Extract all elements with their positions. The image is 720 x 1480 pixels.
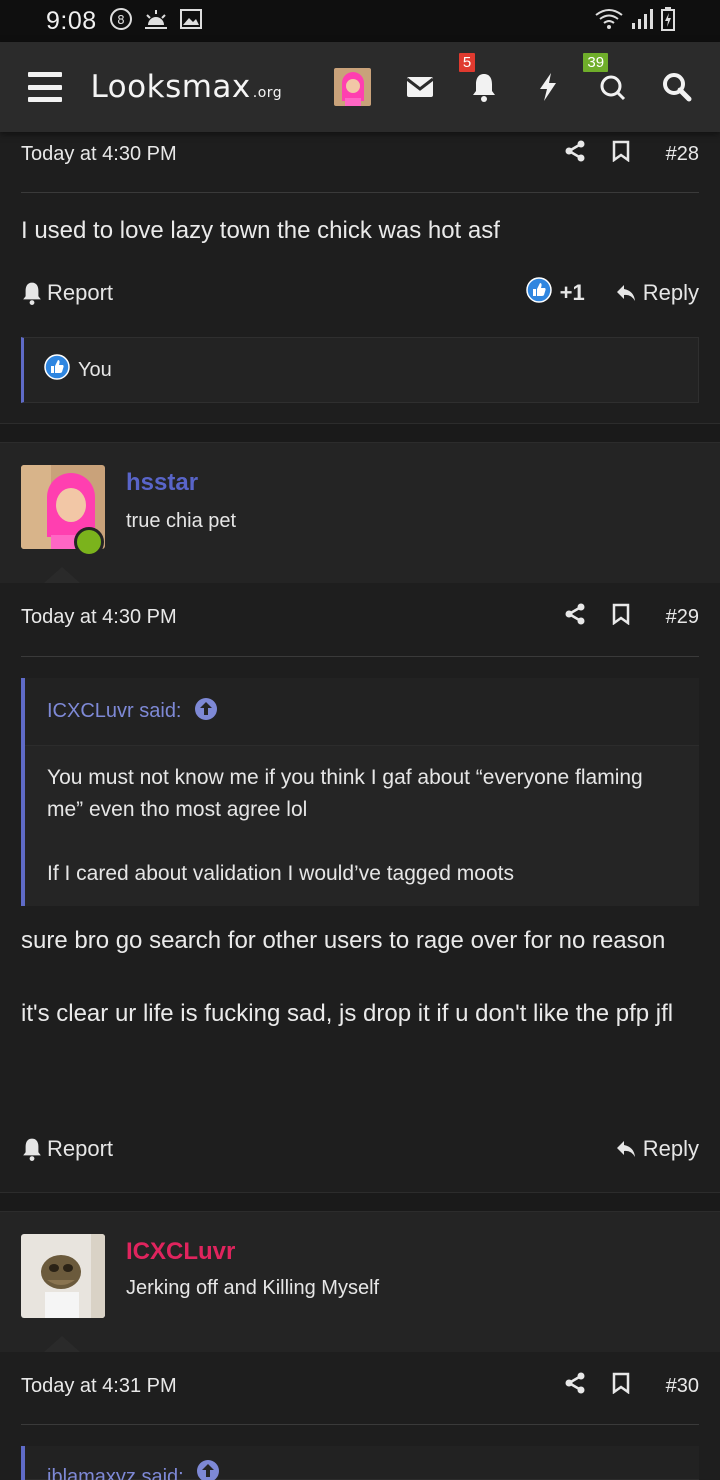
username[interactable]: hsstar (126, 469, 198, 497)
like-reaction-icon (44, 354, 70, 386)
post-meta-row: Today at 4:31 PM #30 (21, 1366, 699, 1406)
quote-block: ICXCLuvr said: You must not know me if y… (21, 678, 699, 906)
divider (21, 1424, 699, 1425)
share-icon[interactable] (564, 1372, 586, 1400)
post-number[interactable]: #30 (666, 1375, 699, 1398)
menu-icon[interactable] (28, 72, 63, 102)
user-block-pointer (44, 567, 80, 583)
post-separator (0, 1192, 720, 1212)
bookmark-icon[interactable] (612, 603, 630, 631)
post-timestamp[interactable]: Today at 4:31 PM (21, 1375, 177, 1398)
status-bar: 9:08 8 (0, 0, 720, 42)
divider (21, 192, 699, 193)
site-logo[interactable]: Looksmax .org (90, 69, 282, 105)
reactions-users[interactable]: You (78, 359, 112, 382)
share-icon[interactable] (564, 603, 586, 631)
post-user-block: hsstar true chia pet (0, 443, 720, 583)
conversations-icon[interactable]: 39 (583, 53, 631, 107)
divider (21, 656, 699, 657)
alerts-icon[interactable]: 5 (458, 53, 503, 107)
account-avatar[interactable] (334, 68, 371, 106)
reply-button[interactable]: Reply (615, 280, 699, 306)
post-body: sure bro go search for other users to ra… (21, 922, 699, 1032)
top-nav-bar: Looksmax .org 5 39 (0, 42, 720, 132)
user-avatar[interactable] (21, 1234, 105, 1318)
search-icon[interactable] (658, 67, 696, 107)
status-time: 9:08 (46, 6, 97, 35)
username[interactable]: ICXCLuvr (126, 1238, 235, 1266)
quote-block: jblamaxyz said: (21, 1446, 699, 1480)
gallery-icon (179, 8, 203, 35)
user-title: true chia pet (126, 510, 237, 532)
quote-content: You must not know me if you think I gaf … (25, 746, 699, 906)
report-button[interactable]: Report (21, 280, 113, 306)
quote-header[interactable]: ICXCLuvr said: (25, 678, 699, 746)
whats-new-icon[interactable] (529, 67, 567, 107)
post-timestamp[interactable]: Today at 4:30 PM (21, 606, 177, 629)
reaction-count: +1 (559, 280, 585, 305)
like-reaction-icon (525, 277, 552, 309)
inbox-icon[interactable] (401, 67, 439, 107)
post-footer: Report Reply (21, 1129, 699, 1169)
quote-header[interactable]: jblamaxyz said: (25, 1446, 699, 1480)
post-meta-row: Today at 4:30 PM #28 (21, 134, 699, 174)
post-user-block: ICXCLuvr Jerking off and Killing Myself (0, 1212, 720, 1352)
report-button[interactable]: Report (21, 1136, 113, 1162)
post-timestamp[interactable]: Today at 4:30 PM (21, 143, 177, 166)
weather-icon (143, 7, 169, 36)
jump-to-quote-icon[interactable] (194, 697, 218, 727)
post-body: I used to love lazy town the chick was h… (21, 217, 500, 244)
share-icon[interactable] (564, 140, 586, 168)
quote-paragraph: If I cared about validation I would’ve t… (47, 862, 514, 885)
reply-label: Reply (642, 280, 699, 305)
user-block-pointer (44, 1336, 80, 1352)
reaction-summary[interactable]: +1 (525, 277, 585, 309)
quote-author[interactable]: ICXCLuvr said: (47, 700, 182, 723)
post-paragraph: it's clear ur life is fucking sad, js dr… (21, 1000, 674, 1027)
alerts-badge: 5 (458, 53, 476, 72)
bookmark-icon[interactable] (612, 1372, 630, 1400)
post-number[interactable]: #28 (666, 143, 699, 166)
battery-charging-icon (660, 6, 676, 37)
quote-author[interactable]: jblamaxyz said: (47, 1466, 184, 1480)
post-paragraph: sure bro go search for other users to ra… (21, 927, 666, 954)
reply-button[interactable]: Reply (615, 1136, 699, 1162)
reactions-list[interactable]: You (21, 337, 699, 403)
post-meta-row: Today at 4:30 PM #29 (21, 597, 699, 637)
post-separator (0, 423, 720, 443)
wifi-icon (594, 7, 624, 36)
svg-text:8: 8 (117, 13, 125, 27)
post-number[interactable]: #29 (666, 606, 699, 629)
report-label: Report (47, 280, 114, 305)
bookmark-icon[interactable] (612, 140, 630, 168)
reply-label: Reply (642, 1136, 699, 1161)
conversations-badge: 39 (583, 53, 609, 72)
data-saver-icon: 8 (109, 7, 133, 36)
quote-paragraph: You must not know me if you think I gaf … (47, 766, 643, 821)
post-footer: Report +1 Reply (21, 273, 699, 313)
report-label: Report (47, 1136, 114, 1161)
jump-to-quote-icon[interactable] (196, 1459, 220, 1480)
signal-icon (630, 7, 654, 36)
user-title: Jerking off and Killing Myself (126, 1277, 380, 1299)
online-status-indicator (74, 527, 104, 557)
